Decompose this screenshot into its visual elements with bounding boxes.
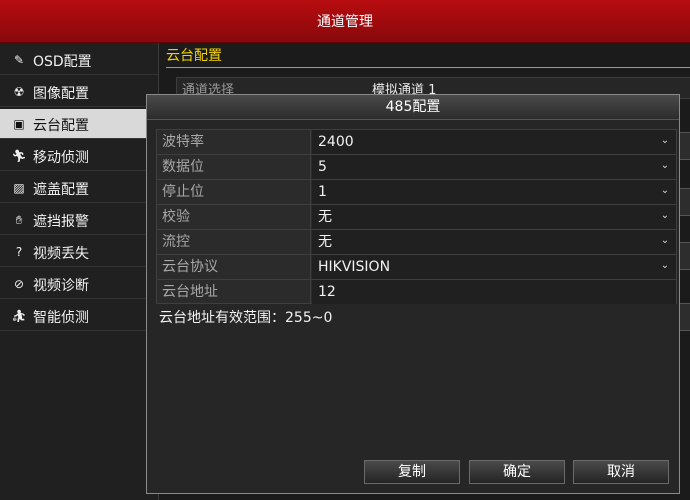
copy-button[interactable]: 复制 xyxy=(364,460,460,484)
pen-icon: ✎ xyxy=(13,53,25,67)
stop-bits-select[interactable]: 1 xyxy=(312,180,676,204)
field-label: 波特率 xyxy=(157,130,311,154)
field-label: 流控 xyxy=(157,230,311,254)
parity-select[interactable]: 无 xyxy=(312,205,676,229)
field-label: 云台协议 xyxy=(157,255,311,279)
field-label: 云台地址 xyxy=(157,280,311,304)
chevron-down-icon[interactable]: ⌄ xyxy=(660,161,670,171)
sidebar-item-label: 遮盖配置 xyxy=(33,182,89,198)
flow-control-row: 流控 无 ⌄ xyxy=(156,229,677,254)
dialog-title: 485配置 xyxy=(147,95,679,120)
sidebar-item-ptz[interactable]: ▣ 云台配置 xyxy=(0,109,158,139)
mask-icon: ▨ xyxy=(13,181,25,195)
sidebar-item-label: 云台配置 xyxy=(33,118,89,134)
rs485-config-dialog: 485配置 波特率 2400 ⌄ 数据位 5 ⌄ 停止位 1 ⌄ 校验 无 ⌄ … xyxy=(146,94,680,494)
field-label: 校验 xyxy=(157,205,311,229)
hand-icon: ✋︎ xyxy=(15,213,23,227)
data-bits-row: 数据位 5 ⌄ xyxy=(156,154,677,179)
sidebar-item-label: 图像配置 xyxy=(33,86,89,102)
chevron-down-icon[interactable]: ⌄ xyxy=(660,261,670,271)
sidebar-item-mask[interactable]: ▨ 遮盖配置 xyxy=(0,173,158,203)
diagnosis-icon: ⊘ xyxy=(13,277,25,291)
radiation-icon: ☢ xyxy=(13,85,25,99)
sidebar-item-osd[interactable]: ✎ OSD配置 xyxy=(0,45,158,75)
sidebar-item-label: 视频丢失 xyxy=(33,246,89,262)
sidebar-item-label: 遮挡报警 xyxy=(33,214,89,230)
sidebar-item-label: 移动侦测 xyxy=(33,150,89,166)
field-label: 数据位 xyxy=(157,155,311,179)
config-form: 波特率 2400 ⌄ 数据位 5 ⌄ 停止位 1 ⌄ 校验 无 ⌄ 流控 无 ⌄… xyxy=(156,129,677,304)
cancel-button[interactable]: 取消 xyxy=(573,460,669,484)
sidebar-item-smart[interactable]: ⛹︎ 智能侦测 xyxy=(0,301,158,331)
intelligent-run-icon: ⛹︎ xyxy=(11,309,27,323)
sidebar-item-label: 智能侦测 xyxy=(33,310,89,326)
sidebar-item-image[interactable]: ☢ 图像配置 xyxy=(0,77,158,107)
ptz-protocol-row: 云台协议 HIKVISION ⌄ xyxy=(156,254,677,279)
ptz-protocol-select[interactable]: HIKVISION xyxy=(312,255,676,279)
sidebar: ✎ OSD配置 ☢ 图像配置 ▣ 云台配置 🏃︎ 移动侦测 ▨ 遮盖配置 ✋︎ … xyxy=(0,43,159,500)
title-bar: 通道管理 xyxy=(0,0,690,43)
ptz-address-row: 云台地址 12 xyxy=(156,279,677,304)
parity-row: 校验 无 ⌄ xyxy=(156,204,677,229)
ptz-icon: ▣ xyxy=(13,117,25,131)
address-range-hint: 云台地址有效范围：255~0 xyxy=(159,310,333,326)
sidebar-item-label: 视频诊断 xyxy=(33,278,89,294)
question-box-icon: ? xyxy=(15,245,23,259)
sidebar-item-motion[interactable]: 🏃︎ 移动侦测 xyxy=(0,141,158,171)
sidebar-item-label: OSD配置 xyxy=(33,54,92,70)
field-label: 停止位 xyxy=(157,180,311,204)
chevron-down-icon[interactable]: ⌄ xyxy=(660,236,670,246)
ok-button[interactable]: 确定 xyxy=(469,460,565,484)
sidebar-item-video-loss[interactable]: ? 视频丢失 xyxy=(0,237,158,267)
stop-bits-row: 停止位 1 ⌄ xyxy=(156,179,677,204)
data-bits-select[interactable]: 5 xyxy=(312,155,676,179)
sidebar-item-diagnosis[interactable]: ⊘ 视频诊断 xyxy=(0,269,158,299)
window-title: 通道管理 xyxy=(317,14,373,30)
chevron-down-icon[interactable]: ⌄ xyxy=(660,186,670,196)
ptz-address-input[interactable]: 12 xyxy=(312,280,676,304)
sidebar-item-tamper[interactable]: ✋︎ 遮挡报警 xyxy=(0,205,158,235)
flow-control-select[interactable]: 无 xyxy=(312,230,676,254)
tab-underline xyxy=(166,67,690,68)
baud-rate-select[interactable]: 2400 xyxy=(312,130,676,154)
chevron-down-icon[interactable]: ⌄ xyxy=(660,136,670,146)
chevron-down-icon[interactable]: ⌄ xyxy=(660,211,670,221)
baud-rate-row: 波特率 2400 ⌄ xyxy=(156,129,677,154)
running-man-icon: 🏃︎ xyxy=(11,149,27,163)
tab-ptz-config[interactable]: 云台配置 xyxy=(166,45,222,65)
